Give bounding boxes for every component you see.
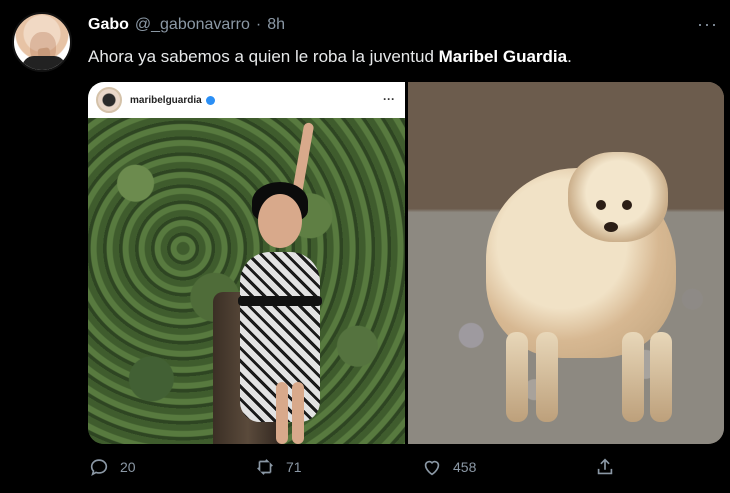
dog-nose	[604, 222, 618, 232]
media-image-left[interactable]: maribelguardia ···	[88, 82, 405, 444]
author-handle[interactable]: @_gabonavarro	[135, 16, 250, 34]
dog-leg-1	[506, 332, 528, 422]
tweet-text-prefix: Ahora ya sabemos a quien le roba la juve…	[88, 47, 439, 66]
woman-head	[258, 194, 302, 248]
like-count: 458	[453, 459, 477, 475]
retweet-icon	[254, 456, 276, 478]
author-avatar[interactable]	[12, 12, 72, 72]
avatar-shirt	[22, 56, 66, 70]
media-image-right[interactable]	[408, 82, 724, 444]
tweet-text-suffix: .	[567, 47, 572, 66]
share-button[interactable]	[594, 456, 616, 478]
dog-eye-right	[622, 200, 632, 210]
reply-button[interactable]: 20	[88, 456, 136, 478]
dog-head	[568, 152, 668, 242]
instagram-avatar	[96, 87, 122, 113]
woman-leg-left	[276, 382, 288, 444]
heart-icon	[421, 456, 443, 478]
woman-leg-right	[292, 382, 304, 444]
reply-count: 20	[120, 459, 136, 475]
tweet-header: Gabo @_gabonavarro · 8h	[88, 16, 285, 34]
share-icon	[594, 456, 616, 478]
instagram-header: maribelguardia ···	[88, 82, 405, 118]
reply-icon	[88, 456, 110, 478]
tweet-time[interactable]: 8h	[267, 16, 285, 34]
tweet-text-bold: Maribel Guardia	[438, 47, 568, 66]
header-separator: ·	[255, 16, 262, 33]
dog-leg-4	[650, 332, 672, 422]
verified-badge-icon	[205, 95, 215, 105]
retweet-count: 71	[286, 459, 302, 475]
dog-eye-left	[596, 200, 606, 210]
woman-belt	[238, 296, 322, 306]
tweet-actions: 20 71 458	[88, 456, 724, 482]
tweet-text: Ahora ya sabemos a quien le roba la juve…	[88, 47, 708, 67]
instagram-username: maribelguardia	[130, 94, 202, 106]
retweet-button[interactable]: 71	[254, 456, 302, 478]
dog-leg-3	[622, 332, 644, 422]
author-name[interactable]: Gabo	[88, 16, 129, 34]
like-button[interactable]: 458	[421, 456, 476, 478]
tweet-media[interactable]: maribelguardia ···	[88, 82, 724, 444]
more-options-button[interactable]: ···	[697, 14, 718, 35]
instagram-more-icon: ···	[383, 92, 395, 106]
dog-leg-2	[536, 332, 558, 422]
